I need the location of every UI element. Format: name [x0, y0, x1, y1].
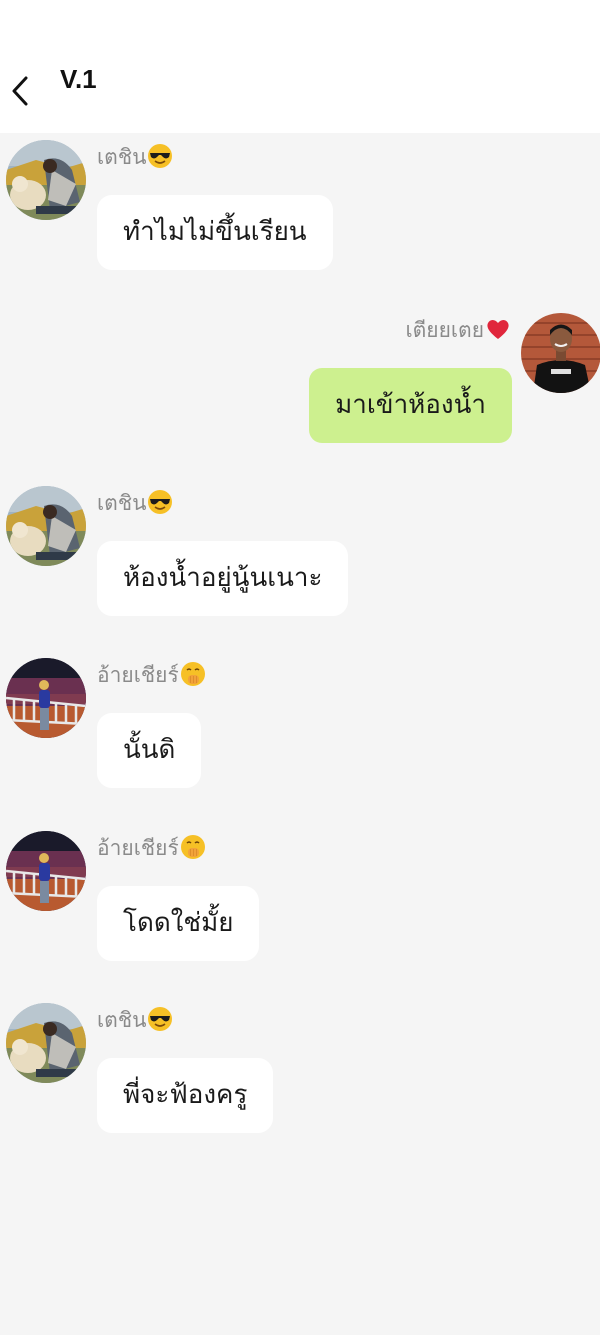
sender-name: เตียยเตย [405, 315, 511, 345]
avatar[interactable] [521, 313, 600, 393]
avatar[interactable] [6, 486, 86, 566]
red-heart-emoji [485, 316, 511, 342]
message-bubble[interactable]: พี่จะฟ้องครู [97, 1058, 274, 1133]
chevron-left-icon [12, 76, 28, 106]
message-outgoing: เตียยเตย มาเข้าห้องน้ำ [0, 313, 600, 443]
message-bubble[interactable]: มาเข้าห้องน้ำ [309, 368, 512, 443]
sender-name: เตชิน [97, 142, 173, 172]
message-incoming: เตชิน พี่จะฟ้องครู [0, 1003, 600, 1133]
sender-name: เตชิน [97, 1005, 173, 1035]
sender-name: อ้ายเชียร์ [97, 660, 206, 690]
back-button[interactable] [4, 70, 36, 110]
sunglasses-face-emoji [147, 143, 173, 169]
hand-over-mouth-emoji [180, 661, 206, 687]
message-bubble[interactable]: โดดใช่มั้ย [97, 886, 260, 961]
avatar[interactable] [6, 1003, 86, 1083]
message-incoming: อ้ายเชียร์ นั้นดิ [0, 658, 600, 788]
avatar[interactable] [6, 140, 86, 220]
avatar[interactable] [6, 831, 86, 911]
message-incoming: อ้ายเชียร์ โดดใช่มั้ย [0, 831, 600, 961]
sunglasses-face-emoji [147, 1006, 173, 1032]
message-bubble[interactable]: นั้นดิ [97, 713, 202, 788]
sunglasses-face-emoji [147, 489, 173, 515]
hand-over-mouth-emoji [180, 834, 206, 860]
chat-title: V.1 [60, 64, 97, 94]
sender-name: อ้ายเชียร์ [97, 833, 206, 863]
message-incoming: เตชิน ห้องน้ำอยู่นู้นเนาะ [0, 486, 600, 616]
sender-name: เตชิน [97, 488, 173, 518]
message-bubble[interactable]: ห้องน้ำอยู่นู้นเนาะ [97, 541, 349, 616]
message-bubble[interactable]: ทำไมไม่ขึ้นเรียน [97, 195, 333, 270]
avatar[interactable] [6, 658, 86, 738]
chat-header: V.1 [0, 0, 600, 133]
message-incoming: เตชิน ทำไมไม่ขึ้นเรียน [0, 140, 600, 270]
